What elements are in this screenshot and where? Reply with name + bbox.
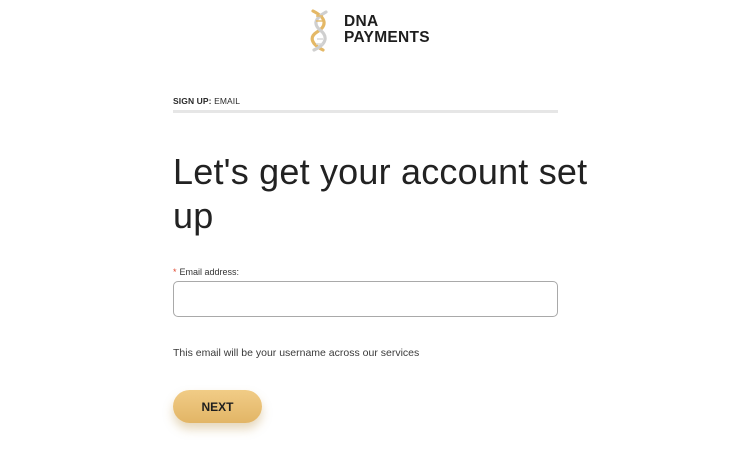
required-marker: *	[173, 267, 177, 277]
brand-name-line2: PAYMENTS	[344, 29, 430, 46]
brand-name-line1: DNA	[344, 13, 379, 30]
email-label: * Email address:	[173, 267, 239, 277]
step-key: SIGN UP:	[173, 96, 212, 106]
dna-helix-icon	[310, 9, 328, 52]
step-value: EMAIL	[214, 96, 241, 106]
email-field[interactable]	[173, 281, 558, 317]
page-title: Let's get your account set up	[173, 151, 588, 236]
step-indicator: SIGN UP: EMAIL	[173, 96, 240, 106]
progress-track	[173, 110, 558, 113]
next-button[interactable]: NEXT	[173, 390, 262, 423]
brand-name: DNA PAYMENTS	[344, 14, 430, 46]
brand-logo: DNA PAYMENTS	[305, 8, 430, 52]
email-label-text: Email address:	[179, 267, 240, 277]
helper-text: This email will be your username across …	[173, 347, 420, 359]
